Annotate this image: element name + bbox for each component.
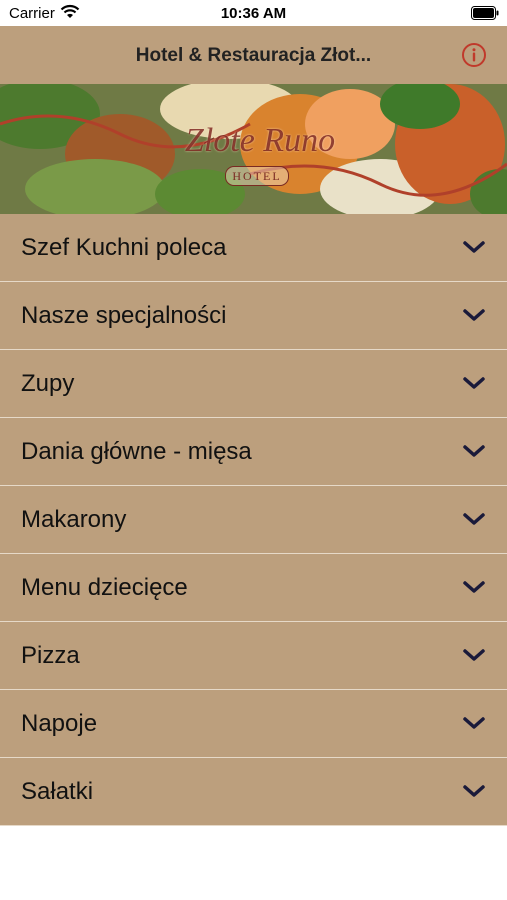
chevron-down-icon <box>463 241 485 253</box>
chevron-down-icon <box>463 309 485 321</box>
menu-item-label: Dania główne - mięsa <box>21 438 252 465</box>
menu-item-label: Napoje <box>21 710 98 737</box>
menu-item-label: Makarony <box>21 506 127 533</box>
status-bar: Carrier 10:36 AM <box>0 0 507 26</box>
menu-item-label: Sałatki <box>21 778 94 805</box>
chevron-down-icon <box>463 513 485 525</box>
menu-item-label: Zupy <box>21 370 75 397</box>
menu-item-label: Menu dziecięce <box>21 574 188 601</box>
menu-item-label: Szef Kuchni poleca <box>21 234 227 261</box>
chevron-down-icon <box>463 649 485 661</box>
menu-item-dania-glowne-miesa[interactable]: Dania główne - mięsa <box>0 418 507 486</box>
menu-item-salatki[interactable]: Sałatki <box>0 758 507 826</box>
chevron-down-icon <box>463 785 485 797</box>
menu-item-pizza[interactable]: Pizza <box>0 622 507 690</box>
menu-item-label: Nasze specjalności <box>21 302 227 329</box>
menu-item-label: Pizza <box>21 642 80 669</box>
menu-item-menu-dzieciece[interactable]: Menu dziecięce <box>0 554 507 622</box>
clock: 10:36 AM <box>220 5 287 22</box>
chevron-down-icon <box>463 445 485 457</box>
restaurant-logo-subtitle: HOTEL <box>225 166 289 186</box>
chevron-down-icon <box>463 581 485 593</box>
header-banner-image: Złote Runo HOTEL <box>0 84 507 214</box>
navigation-bar: Hotel & Restauracja Złot... <box>0 26 507 85</box>
menu-item-szef-kuchni-poleca[interactable]: Szef Kuchni poleca <box>0 214 507 282</box>
battery-icon <box>471 6 499 20</box>
restaurant-logo: Złote Runo <box>184 122 336 159</box>
chevron-down-icon <box>463 377 485 389</box>
menu-item-makarony[interactable]: Makarony <box>0 486 507 554</box>
menu-item-nasze-specjalnosci[interactable]: Nasze specjalności <box>0 282 507 350</box>
menu-category-list: Szef Kuchni poleca Nasze specjalności Zu… <box>0 214 507 826</box>
info-icon[interactable] <box>461 42 487 68</box>
menu-item-zupy[interactable]: Zupy <box>0 350 507 418</box>
chevron-down-icon <box>463 717 485 729</box>
page-title: Hotel & Restauracja Złot... <box>135 45 372 66</box>
menu-item-napoje[interactable]: Napoje <box>0 690 507 758</box>
